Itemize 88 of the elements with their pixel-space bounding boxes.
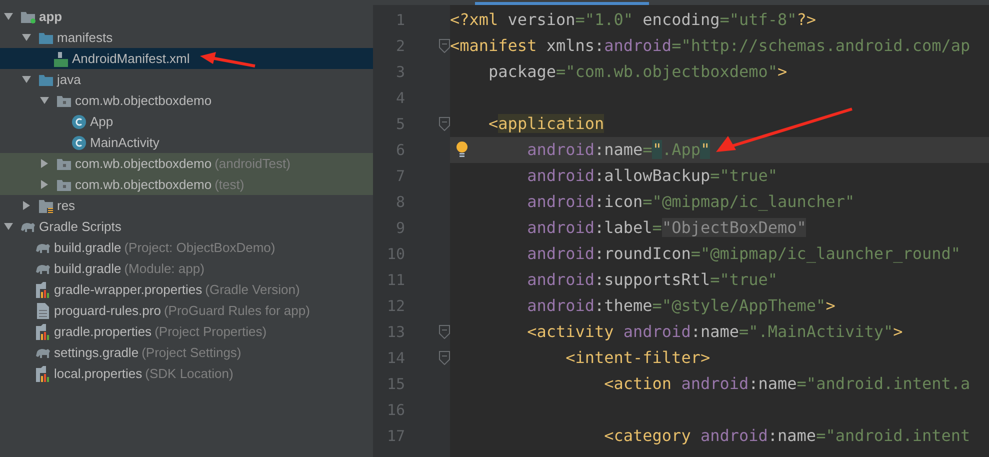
expanded-arrow-icon[interactable]	[40, 96, 48, 105]
tree-item[interactable]: proguard-rules.pro (ProGuard Rules for app)	[0, 300, 373, 321]
properties-file-icon	[36, 282, 49, 298]
collapsed-arrow-icon[interactable]	[40, 159, 48, 168]
fold-marker-icon[interactable]	[439, 351, 450, 365]
fold-marker-icon[interactable]	[439, 117, 450, 131]
properties-file-icon	[36, 366, 49, 382]
elephant-icon	[34, 242, 51, 254]
tree-item[interactable]: com.wb.objectboxdemo	[0, 90, 373, 111]
item-label: gradle-wrapper.properties	[54, 280, 202, 299]
code-line: <category android:name="android.intent	[603, 425, 970, 447]
code-line: <manifest xmlns:android="http://schemas.android.com/ap	[450, 35, 970, 57]
tree-item[interactable]: gradle.properties (Project Properties)	[0, 321, 373, 342]
code-line: <action android:name="android.intent.a	[603, 373, 970, 395]
item-label: proguard-rules.pro	[54, 302, 161, 320]
item-note: (Gradle Version)	[205, 280, 300, 299]
item-label: com.wb.objectboxdemo	[75, 176, 212, 194]
item-note: (ProGuard Rules for app)	[164, 302, 310, 320]
package-folder-icon	[56, 156, 72, 170]
code-line: <?xml version="1.0" encoding="utf-8"?>	[450, 9, 816, 31]
item-label: Gradle Scripts	[39, 218, 122, 236]
item-label: com.wb.objectboxdemo	[75, 92, 212, 110]
tree-item[interactable]: AndroidManifest.xml	[0, 48, 373, 69]
tree-item[interactable]: settings.gradle (Project Settings)	[0, 342, 373, 363]
properties-file-icon	[36, 324, 49, 340]
collapsed-arrow-icon[interactable]	[22, 201, 30, 210]
item-label: com.wb.objectboxdemo	[75, 154, 212, 173]
item-label: app	[39, 8, 62, 26]
tree-item[interactable]: Gradle Scripts	[0, 216, 373, 237]
package-folder-icon	[56, 94, 72, 108]
item-label: res	[57, 196, 76, 215]
item-label: App	[90, 112, 114, 131]
tree-item[interactable]: manifests	[0, 27, 373, 48]
expanded-arrow-icon[interactable]	[4, 222, 12, 231]
tree-item[interactable]: local.properties (SDK Location)	[0, 363, 373, 384]
item-label: MainActivity	[90, 134, 160, 152]
item-label: AndroidManifest.xml	[72, 50, 190, 68]
item-note: (Project Settings)	[142, 344, 242, 362]
code-line: android:icon="@mipmap/ic_launcher"	[526, 191, 855, 213]
code-line: android:allowBackup="true"	[526, 165, 778, 187]
code-line: android:supportsRtl="true"	[526, 269, 778, 291]
module-folder-icon	[20, 10, 36, 24]
tree-item[interactable]: MainActivity	[0, 132, 373, 153]
expanded-arrow-icon[interactable]	[4, 12, 12, 21]
folder-icon	[38, 72, 54, 86]
item-note: (Project: ObjectBoxDemo)	[124, 238, 276, 257]
code-line: <intent-filter>	[564, 347, 710, 369]
item-note: (Project Properties)	[154, 322, 267, 341]
fold-marker-icon[interactable]	[439, 39, 450, 53]
code-line: android:label="ObjectBoxDemo"	[526, 217, 806, 239]
package-folder-icon	[56, 178, 72, 192]
resource-folder-icon	[38, 198, 54, 213]
item-label: settings.gradle	[54, 344, 139, 362]
folder-icon	[38, 30, 54, 44]
lightbulb-icon[interactable]	[456, 141, 468, 157]
elephant-icon	[34, 346, 51, 358]
elephant-icon	[19, 220, 36, 232]
tree-item[interactable]: java	[0, 69, 373, 90]
item-label: gradle.properties	[54, 322, 152, 341]
item-note: (SDK Location)	[145, 364, 234, 383]
class-icon	[72, 114, 86, 128]
item-note: (Module: app)	[124, 260, 204, 278]
item-label: build.gradle	[54, 238, 122, 257]
text-file-icon	[36, 302, 48, 318]
expanded-arrow-icon[interactable]	[22, 75, 30, 84]
class-icon	[72, 136, 86, 150]
annotation-arrow	[198, 50, 258, 70]
item-label: local.properties	[54, 364, 142, 383]
tree-item[interactable]: build.gradle (Module: app)	[0, 258, 373, 279]
item-label: build.gradle	[54, 260, 122, 278]
tree-item[interactable]: build.gradle (Project: ObjectBoxDemo)	[0, 237, 373, 258]
collapsed-arrow-icon[interactable]	[40, 180, 48, 189]
code-line: package="com.wb.objectboxdemo">	[488, 61, 788, 83]
manifest-file-icon	[54, 50, 68, 66]
tree-item[interactable]: App	[0, 111, 373, 132]
item-label: java	[57, 70, 81, 89]
elephant-icon	[34, 262, 51, 274]
code-line: <application	[488, 113, 604, 135]
code-line: <activity android:name=".MainActivity">	[526, 321, 903, 343]
fold-marker-icon[interactable]	[439, 325, 450, 339]
code-line: android:name=".App"	[526, 139, 710, 161]
code-line: android:theme="@style/AppTheme">	[526, 295, 836, 317]
tree-item[interactable]: gradle-wrapper.properties (Gradle Version)	[0, 279, 373, 300]
tree-item[interactable]: app	[0, 6, 373, 27]
item-label: manifests	[57, 28, 113, 47]
expanded-arrow-icon[interactable]	[22, 33, 30, 42]
tree-item[interactable]: res	[0, 195, 373, 216]
code-line: android:roundIcon="@mipmap/ic_launcher_round"	[526, 243, 961, 265]
